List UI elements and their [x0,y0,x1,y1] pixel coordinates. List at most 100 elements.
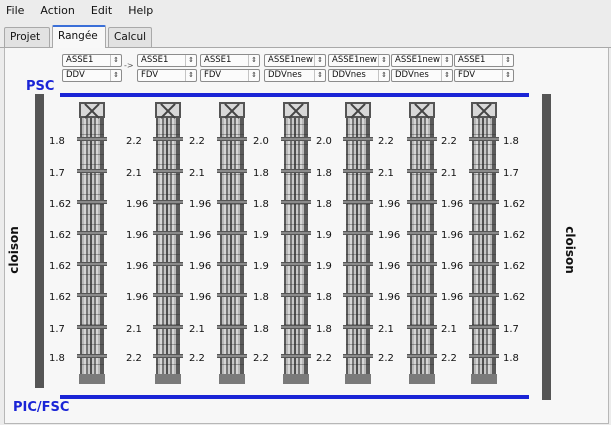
variant-select-6[interactable]: DDVnes ⇕ [391,69,453,82]
fuel-assembly[interactable] [343,102,373,384]
spacer-grid [217,325,247,329]
fuel-assembly[interactable] [281,102,311,384]
assembly-foot [345,374,371,384]
gap-value: 1.8 [503,136,519,147]
gap-value: 1.96 [126,261,149,272]
gap-value: 2.1 [189,168,205,179]
assembly-select-2[interactable]: ASSE1 ⇕ [137,54,197,67]
assembly-select-7[interactable]: ASSE1 ⇕ [454,54,514,67]
variant-select-7[interactable]: FDV ⇕ [454,69,514,82]
fuel-assembly[interactable] [77,102,107,384]
tab-calcul[interactable]: Calcul [108,27,152,47]
gap-value: 2.0 [253,136,269,147]
fuel-assembly[interactable] [153,102,183,384]
gap-value: 2.2 [441,136,457,147]
assembly-foot [471,374,497,384]
gap-value: 1.96 [189,199,212,210]
gap-value: 1.62 [49,199,72,210]
gap-value: 2.1 [378,168,394,179]
gap-value: 2.1 [126,324,142,335]
variant-select-4[interactable]: DDVnes ⇕ [264,69,326,82]
right-wall [542,94,551,400]
spacer-grid [343,325,373,329]
spacer-grid [281,262,311,266]
spacer-grid [343,169,373,173]
gap-value: 1.96 [126,230,149,241]
gap-value: 1.96 [378,230,401,241]
gap-value: 1.96 [441,199,464,210]
assembly-head [283,102,309,118]
assembly-body [80,118,104,384]
chevron-updown-icon: ⇕ [441,55,452,66]
gap-value: 1.9 [253,230,269,241]
assembly-body [410,118,434,384]
gap-value: 1.8 [49,136,65,147]
spacer-grid [77,169,107,173]
spacer-grid [343,354,373,358]
assembly-select-3[interactable]: ASSE1 ⇕ [200,54,260,67]
fuel-assembly[interactable] [407,102,437,384]
gap-value: 1.96 [189,230,212,241]
variant-select-5[interactable]: DDVnes ⇕ [328,69,390,82]
gap-value: 1.96 [378,199,401,210]
spacer-grid [343,231,373,235]
right-wall-label: cloison [562,226,577,274]
spacer-grid [281,325,311,329]
gap-value: 1.8 [253,199,269,210]
variant-select-2[interactable]: FDV ⇕ [137,69,197,82]
tab-rangee[interactable]: Rangée [52,25,106,48]
spacer-grid [153,169,183,173]
spacer-grid [153,354,183,358]
arrow-separator: -> [124,61,134,70]
gap-value: 2.2 [316,353,332,364]
spacer-grid [153,231,183,235]
assembly-foot [79,374,105,384]
menu-edit[interactable]: Edit [91,4,112,17]
gap-value: 1.8 [316,324,332,335]
menu-file[interactable]: File [6,4,24,17]
spacer-grid [343,200,373,204]
spacer-grid [407,354,437,358]
assembly-foot [409,374,435,384]
assembly-body [346,118,370,384]
assembly-foot [155,374,181,384]
assembly-select-1[interactable]: ASSE1 ⇕ [62,54,122,67]
spacer-grid [469,293,499,297]
gap-value: 1.62 [503,292,526,303]
fuel-assembly[interactable] [217,102,247,384]
assembly-select-6[interactable]: ASSE1new ⇕ [391,54,453,67]
menu-help[interactable]: Help [128,4,153,17]
assembly-body [472,118,496,384]
fuel-assembly[interactable] [469,102,499,384]
gap-value: 1.7 [503,324,519,335]
assembly-select-4[interactable]: ASSE1new ⇕ [264,54,326,67]
spacer-grid [469,231,499,235]
assembly-foot [283,374,309,384]
gap-value: 1.8 [253,292,269,303]
tab-bar: Projet Rangée Calcul [0,24,611,48]
gap-value: 1.8 [503,353,519,364]
spacer-grid [77,200,107,204]
chevron-updown-icon: ⇕ [314,55,325,66]
gap-value: 2.0 [316,136,332,147]
assembly-body [156,118,180,384]
assembly-select-5[interactable]: ASSE1new ⇕ [328,54,390,67]
gap-value: 2.1 [378,324,394,335]
spacer-grid [217,231,247,235]
spacer-grid [281,293,311,297]
tab-projet[interactable]: Projet [4,27,50,47]
gap-value: 1.7 [49,324,65,335]
gap-value: 1.96 [189,261,212,272]
spacer-grid [153,262,183,266]
spacer-grid [77,325,107,329]
pic-fsc-line [60,395,529,399]
assembly-head [219,102,245,118]
spacer-grid [407,293,437,297]
gap-value: 1.7 [49,168,65,179]
variant-select-3[interactable]: FDV ⇕ [200,69,260,82]
spacer-grid [77,354,107,358]
variant-select-1[interactable]: DDV ⇕ [62,69,122,82]
menu-action[interactable]: Action [40,4,74,17]
spacer-grid [217,137,247,141]
menu-bar: File Action Edit Help [0,0,611,20]
